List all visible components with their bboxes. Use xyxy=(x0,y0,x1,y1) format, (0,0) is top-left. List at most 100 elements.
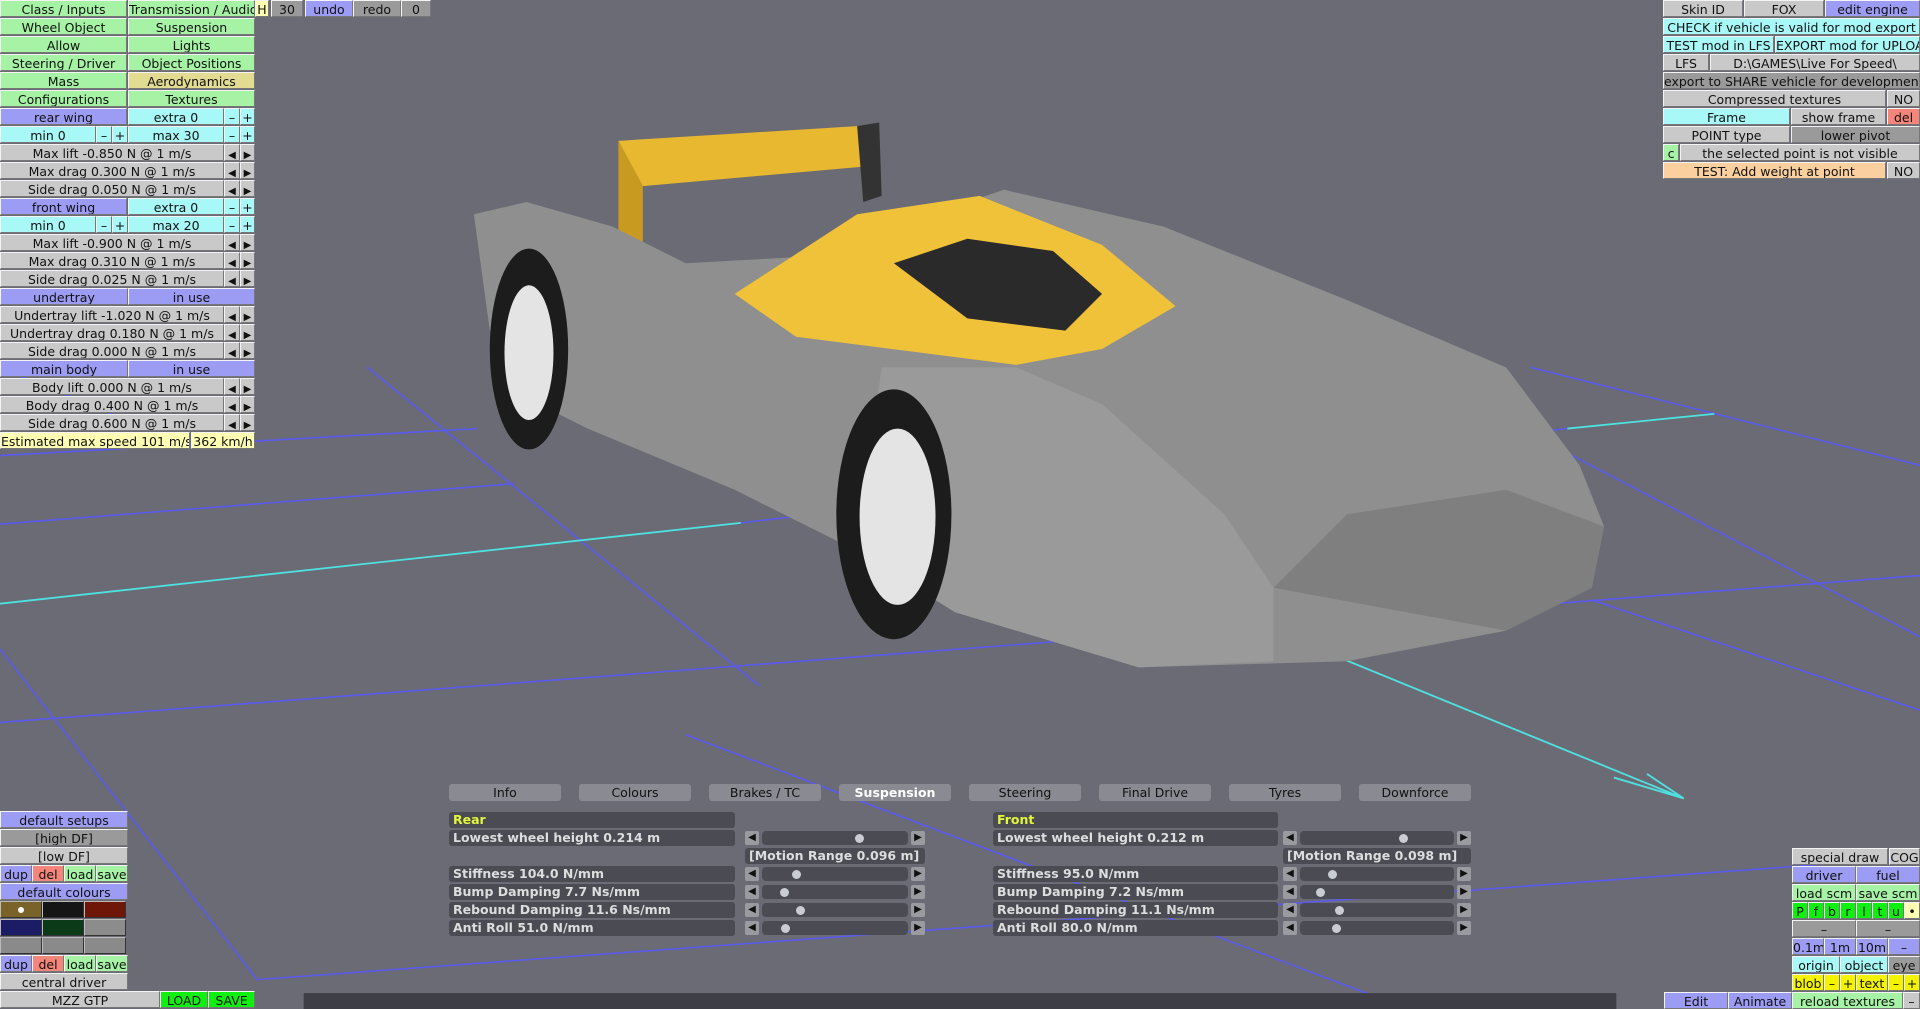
front-lowest-wheel-height-slider[interactable] xyxy=(1300,831,1454,845)
colour-swatch[interactable] xyxy=(42,901,84,918)
del-button[interactable]: del xyxy=(32,865,64,882)
colour-swatch[interactable] xyxy=(0,937,42,954)
param-slider[interactable]: Side drag 0.000 N @ 1 m/s xyxy=(0,342,224,359)
driver-button[interactable]: driver xyxy=(1792,866,1856,883)
grid-size-2[interactable]: 10m xyxy=(1856,938,1888,955)
filter-toggle-5[interactable]: t xyxy=(1872,902,1888,919)
nav-steering-driver[interactable]: Steering / Driver xyxy=(0,54,127,71)
max-minus-button[interactable]: – xyxy=(224,126,240,143)
cog-button[interactable]: COG xyxy=(1889,848,1920,865)
tab-final-drive[interactable]: Final Drive xyxy=(1099,784,1211,801)
slider-thumb[interactable] xyxy=(1334,906,1344,915)
decrease-arrow-icon[interactable] xyxy=(1283,885,1297,899)
test-add-weight-toggle[interactable]: NO xyxy=(1887,162,1920,179)
c-button[interactable]: c xyxy=(1663,144,1679,161)
decrease-arrow-icon[interactable] xyxy=(1283,867,1297,881)
slider-thumb[interactable] xyxy=(1398,834,1408,843)
point-type-select[interactable]: lower pivot xyxy=(1791,126,1920,143)
frame-button[interactable]: Frame xyxy=(1663,108,1790,125)
decrease-arrow-icon[interactable] xyxy=(745,921,759,935)
front-param-slider[interactable] xyxy=(1300,903,1454,917)
decrease-arrow-icon[interactable] xyxy=(224,162,240,179)
slider-thumb[interactable] xyxy=(1327,870,1337,879)
nav-suspension[interactable]: Suspension xyxy=(128,18,255,35)
decrease-arrow-icon[interactable] xyxy=(745,867,759,881)
increase-arrow-icon[interactable] xyxy=(1457,921,1471,935)
grid-size-3[interactable]: – xyxy=(1888,938,1920,955)
save-button[interactable]: save xyxy=(96,865,128,882)
nav-configurations[interactable]: Configurations xyxy=(0,90,127,107)
edit-engine-button[interactable]: edit engine xyxy=(1825,0,1920,17)
filter-toggle-3[interactable]: r xyxy=(1840,902,1856,919)
slider-thumb[interactable] xyxy=(1315,888,1325,897)
increase-arrow-icon[interactable] xyxy=(240,396,255,413)
eye-button[interactable]: eye xyxy=(1888,956,1920,973)
show-frame-button[interactable]: show frame xyxy=(1791,108,1886,125)
decrease-arrow-icon[interactable] xyxy=(1283,831,1297,845)
text-minus-button[interactable]: – xyxy=(1888,974,1904,991)
nav-textures[interactable]: Textures xyxy=(128,90,255,107)
minimize-button[interactable]: – xyxy=(1903,992,1920,1009)
increase-arrow-icon[interactable] xyxy=(1457,831,1471,845)
fuel-button[interactable]: fuel xyxy=(1856,866,1920,883)
lfs-path-field[interactable]: D:\GAMES\Live For Speed\ xyxy=(1710,54,1920,71)
decrease-arrow-icon[interactable] xyxy=(224,324,240,341)
export-mod-button[interactable]: EXPORT mod for UPLOAD xyxy=(1775,36,1920,53)
extra-minus-button[interactable]: – xyxy=(224,198,240,215)
save-button[interactable]: save xyxy=(96,955,128,972)
check-valid-button[interactable]: CHECK if vehicle is valid for mod export xyxy=(1663,18,1920,35)
del-button[interactable]: del xyxy=(32,955,64,972)
param-slider[interactable]: Max drag 0.300 N @ 1 m/s xyxy=(0,162,224,179)
undo-button[interactable]: undo xyxy=(305,0,353,17)
load-car-button[interactable]: LOAD xyxy=(160,991,208,1008)
setup-item[interactable]: [low DF] xyxy=(0,847,128,864)
compressed-textures-toggle[interactable]: NO xyxy=(1887,90,1920,107)
rear-wing-header[interactable]: rear wing xyxy=(0,108,127,125)
animate-button[interactable]: Animate xyxy=(1728,992,1792,1009)
increase-arrow-icon[interactable] xyxy=(240,252,255,269)
tab-brakes-tc[interactable]: Brakes / TC xyxy=(709,784,821,801)
special-draw-button[interactable]: special draw xyxy=(1792,848,1888,865)
colour-swatch[interactable] xyxy=(0,901,42,918)
tab-info[interactable]: Info xyxy=(449,784,561,801)
colour-swatch[interactable] xyxy=(84,919,126,936)
min-plus-button[interactable]: + xyxy=(112,216,128,233)
increase-arrow-icon[interactable] xyxy=(240,324,255,341)
blob-minus-button[interactable]: – xyxy=(1824,974,1840,991)
undertray-header[interactable]: undertray xyxy=(0,288,128,305)
main-body-header[interactable]: main body xyxy=(0,360,128,377)
increase-arrow-icon[interactable] xyxy=(1457,885,1471,899)
colour-swatch[interactable] xyxy=(84,937,126,954)
slider-thumb[interactable] xyxy=(792,870,802,879)
min-minus-button[interactable]: – xyxy=(96,126,112,143)
decrease-arrow-icon[interactable] xyxy=(224,180,240,197)
origin-button[interactable]: origin xyxy=(1792,956,1840,973)
nav-aerodynamics[interactable]: Aerodynamics xyxy=(128,72,255,89)
colour-swatch[interactable] xyxy=(42,919,84,936)
load-button[interactable]: load xyxy=(64,955,96,972)
rear-param-slider[interactable] xyxy=(762,903,908,917)
colour-swatch[interactable] xyxy=(0,919,42,936)
nav-lights[interactable]: Lights xyxy=(128,36,255,53)
increase-arrow-icon[interactable] xyxy=(240,378,255,395)
extra-plus-button[interactable]: + xyxy=(240,108,255,125)
increase-arrow-icon[interactable] xyxy=(240,144,255,161)
front-param-slider[interactable] xyxy=(1300,921,1454,935)
slider-thumb[interactable] xyxy=(779,888,789,897)
nav-object-positions[interactable]: Object Positions xyxy=(128,54,255,71)
param-slider[interactable]: Undertray lift -1.020 N @ 1 m/s xyxy=(0,306,224,323)
param-slider[interactable]: Max lift -0.850 N @ 1 m/s xyxy=(0,144,224,161)
extra-minus-button[interactable]: – xyxy=(224,108,240,125)
colour-swatch[interactable] xyxy=(84,901,126,918)
param-slider[interactable]: Max drag 0.310 N @ 1 m/s xyxy=(0,252,224,269)
setup-item[interactable]: [high DF] xyxy=(0,829,128,846)
increase-arrow-icon[interactable] xyxy=(911,867,925,881)
increase-arrow-icon[interactable] xyxy=(1457,903,1471,917)
text-plus-button[interactable]: + xyxy=(1904,974,1920,991)
param-slider[interactable]: Body drag 0.400 N @ 1 m/s xyxy=(0,396,224,413)
dup-button[interactable]: dup xyxy=(0,955,32,972)
export-share-button[interactable]: export to SHARE vehicle for development xyxy=(1663,72,1920,89)
nav-mass[interactable]: Mass xyxy=(0,72,127,89)
decrease-arrow-icon[interactable] xyxy=(224,342,240,359)
tab-downforce[interactable]: Downforce xyxy=(1359,784,1471,801)
